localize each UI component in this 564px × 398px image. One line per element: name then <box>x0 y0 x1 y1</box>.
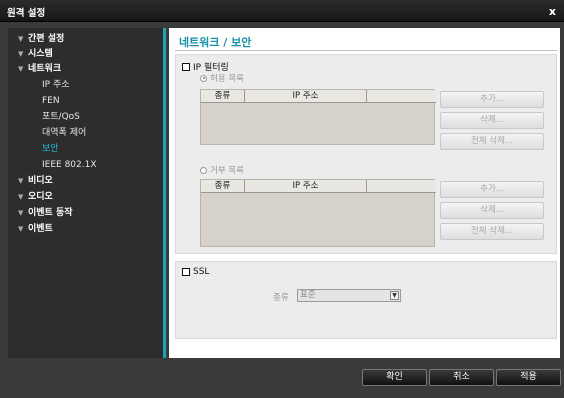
tree-item-network[interactable]: ▼ 네트워크 <box>8 62 163 77</box>
radio-unselected-icon <box>200 166 207 174</box>
ok-button[interactable]: 확인 <box>362 369 427 386</box>
allow-delete-all-button[interactable]: 전체 삭제... <box>440 133 544 150</box>
table-header: 종류 IP 주소 <box>201 180 436 193</box>
tree-item-label: 시스템 <box>28 49 53 59</box>
ssl-panel: SSL 종류 표준 ▼ <box>175 261 557 339</box>
deny-delete-button[interactable]: 삭제... <box>440 202 544 219</box>
column-header-type[interactable]: 종류 <box>201 180 245 193</box>
ssl-type-select[interactable]: 표준 ▼ <box>297 289 401 302</box>
table-header: 종류 IP 주소 <box>201 90 436 103</box>
tree-item-label: 대역폭 제어 <box>42 128 87 138</box>
column-header-ip[interactable]: IP 주소 <box>245 180 367 193</box>
deny-list-label: 거부 목록 <box>210 166 244 176</box>
apply-button[interactable]: 적용 <box>496 369 561 386</box>
allow-list-label: 허용 목록 <box>210 74 244 84</box>
tree-item-fen[interactable]: FEN <box>8 94 163 109</box>
ssl-label: SSL <box>193 267 210 277</box>
tree-item-label: FEN <box>42 96 60 106</box>
ssl-type-value: 표준 <box>300 290 316 300</box>
tree-item-ip-address[interactable]: IP 주소 <box>8 78 163 93</box>
tree-item-quick-setup[interactable]: ▼ 간편 설정 <box>8 32 163 47</box>
tree-item-label: 포트/QoS <box>42 112 80 122</box>
tree-item-label: 보안 <box>42 144 59 154</box>
tree-item-bandwidth[interactable]: 대역폭 제어 <box>8 126 163 141</box>
ssl-checkbox[interactable]: SSL <box>182 267 209 277</box>
ssl-type-label: 종류 <box>273 293 289 303</box>
tree-item-label: 비디오 <box>28 176 53 186</box>
tree-item-audio[interactable]: ▼ 오디오 <box>8 190 163 205</box>
deny-delete-all-button[interactable]: 전체 삭제... <box>440 223 544 240</box>
allow-add-button[interactable]: 추가... <box>440 91 544 108</box>
expand-arrow-icon: ▼ <box>18 50 24 58</box>
tree-item-event[interactable]: ▼ 이벤트 <box>8 222 163 237</box>
title-bar: 원격 설정 x <box>0 0 564 22</box>
expand-arrow-icon: ▼ <box>18 225 24 233</box>
tree-item-event-action[interactable]: ▼ 이벤트 동작 <box>8 206 163 221</box>
cancel-button[interactable]: 취소 <box>429 369 494 386</box>
column-header-type[interactable]: 종류 <box>201 90 245 103</box>
expand-arrow-icon: ▼ <box>18 177 24 185</box>
collapse-arrow-icon: ▼ <box>18 65 24 73</box>
column-header-ip[interactable]: IP 주소 <box>245 90 367 103</box>
settings-content: 네트워크 / 보안 IP 필터링 허용 목록 종류 IP 주소 추가... 삭제… <box>169 28 560 358</box>
tree-item-video[interactable]: ▼ 비디오 <box>8 174 163 189</box>
tree-item-label: IP 주소 <box>42 80 70 90</box>
tree-item-label: 오디오 <box>28 192 53 202</box>
page-title: 네트워크 / 보안 <box>179 36 252 49</box>
allow-delete-button[interactable]: 삭제... <box>440 112 544 129</box>
tree-item-ieee-8021x[interactable]: IEEE 802.1X <box>8 158 163 173</box>
expand-arrow-icon: ▼ <box>18 193 24 201</box>
checkbox-box <box>182 62 190 71</box>
allow-list-table[interactable]: 종류 IP 주소 <box>200 89 436 145</box>
tree-item-system[interactable]: ▼ 시스템 <box>8 47 163 62</box>
tree-item-label: IEEE 802.1X <box>42 160 97 170</box>
tree-item-label: 간편 설정 <box>28 34 65 44</box>
deny-list-radio[interactable]: 거부 목록 <box>200 164 244 176</box>
tree-item-label: 네트워크 <box>28 64 62 74</box>
remote-settings-window: 원격 설정 x ▼ 간편 설정 ▼ 시스템 ▼ 네트워크 IP 주소 FEN 포… <box>0 0 564 398</box>
allow-list-radio[interactable]: 허용 목록 <box>200 72 244 84</box>
settings-tree: ▼ 간편 설정 ▼ 시스템 ▼ 네트워크 IP 주소 FEN 포트/QoS 대역… <box>8 28 166 358</box>
expand-arrow-icon: ▼ <box>18 209 24 217</box>
tree-item-security[interactable]: 보안 <box>8 142 163 157</box>
window-title: 원격 설정 <box>7 8 46 19</box>
deny-add-button[interactable]: 추가... <box>440 181 544 198</box>
ip-filtering-panel: IP 필터링 허용 목록 종류 IP 주소 추가... 삭제... 전체 삭제.… <box>175 54 557 254</box>
chevron-down-icon: ▼ <box>390 291 399 300</box>
checkbox-box <box>182 268 190 276</box>
tree-item-port-qos[interactable]: 포트/QoS <box>8 110 163 125</box>
tree-item-label: 이벤트 <box>28 224 53 234</box>
close-icon[interactable]: x <box>549 5 556 18</box>
expand-arrow-icon: ▼ <box>18 35 24 43</box>
tree-item-label: 이벤트 동작 <box>28 208 73 218</box>
divider <box>175 50 557 51</box>
deny-list-table[interactable]: 종류 IP 주소 <box>200 179 436 247</box>
radio-selected-icon <box>200 74 207 82</box>
